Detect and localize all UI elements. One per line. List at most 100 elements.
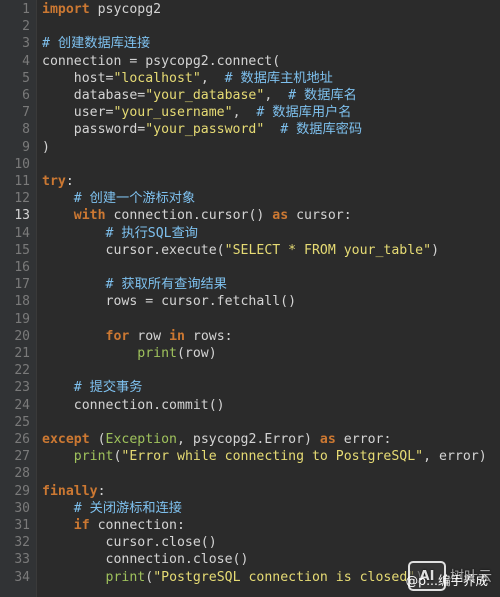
line-code: finally: [42,483,106,500]
code-token: print [105,569,146,585]
code-token: if [73,518,90,533]
line-code: # 执行SQL查询 [42,225,198,242]
code-token: connection = psycopg2.connect( [42,53,281,69]
code-token: cursor: [288,208,352,224]
code-token: # 创建数据库连接 [42,36,151,52]
line-number: 30 [14,500,30,516]
code-line-25[interactable]: 25 [0,414,500,431]
code-line-4[interactable]: 4 connection = psycopg2.connect( [0,53,500,70]
line-code: print(row) [42,345,216,362]
line-number: 6 [22,88,30,103]
code-token: as [272,208,289,224]
line-number: 21 [14,346,30,361]
code-line-16[interactable]: 16 [0,259,500,276]
line-code: cursor.execute("SELECT * FROM your_table… [42,242,440,259]
code-line-10[interactable]: 10 [0,156,500,173]
line-code: connection.commit() [42,397,225,414]
code-line-15[interactable]: 15 cursor.execute("SELECT * FROM your_ta… [0,242,500,259]
line-number: 10 [14,156,30,172]
code-line-19[interactable]: 19 [0,311,500,328]
code-token: finally [42,483,98,499]
code-token: "PostgreSQL connection is closed" [153,569,416,585]
code-line-24[interactable]: 24 connection.commit() [0,397,500,414]
code-token: connection.cursor() [105,208,273,224]
code-line-32[interactable]: 32 cursor.close() [0,534,500,551]
code-token: "localhost" [113,70,201,86]
code-token: : [97,483,106,499]
code-token: # 提交事务 [73,380,143,396]
code-token: password= [42,122,146,138]
code-token: # 获取所有查询结果 [105,277,227,293]
line-number: 2 [22,19,30,35]
code-line-9[interactable]: 9) [0,139,500,156]
line-code: database="your_database", # 数据库名 [42,87,357,104]
line-number: 14 [14,225,30,241]
line-number: 28 [14,466,30,482]
line-number: 15 [14,242,30,258]
line-code: rows = cursor.fetchall() [42,293,297,310]
code-token: try [42,174,66,189]
line-number: 26 [14,432,30,447]
code-token: psycopg2 [89,2,162,17]
code-line-23[interactable]: 23 # 提交事务 [0,379,500,396]
line-code: if connection: [42,517,185,534]
code-token: # 创建一个游标对象 [73,191,196,207]
line-number: 4 [22,53,30,69]
code-token: # 关闭游标和连接 [73,500,182,516]
code-line-6[interactable]: 6 database="your_database", # 数据库名 [0,87,500,104]
code-line-17[interactable]: 17 # 获取所有查询结果 [0,276,500,293]
code-line-14[interactable]: 14 # 执行SQL查询 [0,225,500,242]
line-number: 23 [14,380,30,396]
line-number: 27 [14,449,30,465]
code-token: , error) [423,449,487,465]
code-token: # 执行SQL查询 [105,225,198,241]
code-token: for [105,328,130,344]
code-token: , [200,70,225,86]
code-line-29[interactable]: 29 finally: [0,483,500,500]
code-line-3[interactable]: 3 # 创建数据库连接 [0,35,500,52]
code-line-12[interactable]: 12 # 创建一个游标对象 [0,190,500,207]
code-line-8[interactable]: 8 password="your_password" # 数据库密码 [0,121,500,138]
code-token: as [319,432,336,447]
code-line-26[interactable]: 26 except (Exception, psycopg2.Error) as … [0,431,500,448]
code-line-28[interactable]: 28 [0,465,500,482]
code-line-13[interactable]: 13 with connection.cursor() as cursor: [0,207,500,224]
code-line-21[interactable]: 21 print(row) [0,345,500,362]
code-line-20[interactable]: 20 for row in rows: [0,328,500,345]
line-number: 11 [14,174,30,189]
code-token: # 数据库名 [288,88,357,103]
code-token: "your_username" [113,105,233,121]
code-line-7[interactable]: 7 user="your_username", # 数据库用户名 [0,104,500,121]
line-number: 7 [22,105,30,121]
code-token: with [73,208,106,224]
line-code: except (Exception, psycopg2.Error) as er… [42,431,391,448]
line-code: print("Error while connecting to Postgre… [42,448,487,465]
code-token: error: [335,432,392,447]
code-token: print [137,346,177,361]
code-line-31[interactable]: 31 if connection: [0,517,500,534]
line-number: 18 [14,294,30,310]
code-line-1[interactable]: 1 import psycopg2 [0,1,500,18]
code-line-30[interactable]: 30 # 关闭游标和连接 [0,500,500,517]
line-code: # 创建一个游标对象 [42,190,195,207]
code-token: "SELECT * FROM your_table" [224,242,432,258]
line-code: user="your_username", # 数据库用户名 [42,104,352,121]
line-code: for row in rows: [42,328,233,345]
code-line-5[interactable]: 5 host="localhost", # 数据库主机地址 [0,70,500,87]
code-line-11[interactable]: 11 try: [0,173,500,190]
watermark-author: @p...编手养成 [405,573,488,588]
line-code: connection = psycopg2.connect( [42,53,280,70]
code-token: connection.close() [42,552,249,568]
code-token: database= [42,88,146,103]
code-line-22[interactable]: 22 [0,362,500,379]
code-line-2[interactable]: 2 [0,18,500,35]
code-editor[interactable]: 1 import psycopg2 2 3 # 创建数据库连接 4 connection =… [0,0,500,597]
code-line-27[interactable]: 27 print("Error while connecting to Post… [0,448,500,465]
code-line-18[interactable]: 18 rows = cursor.fetchall() [0,293,500,310]
